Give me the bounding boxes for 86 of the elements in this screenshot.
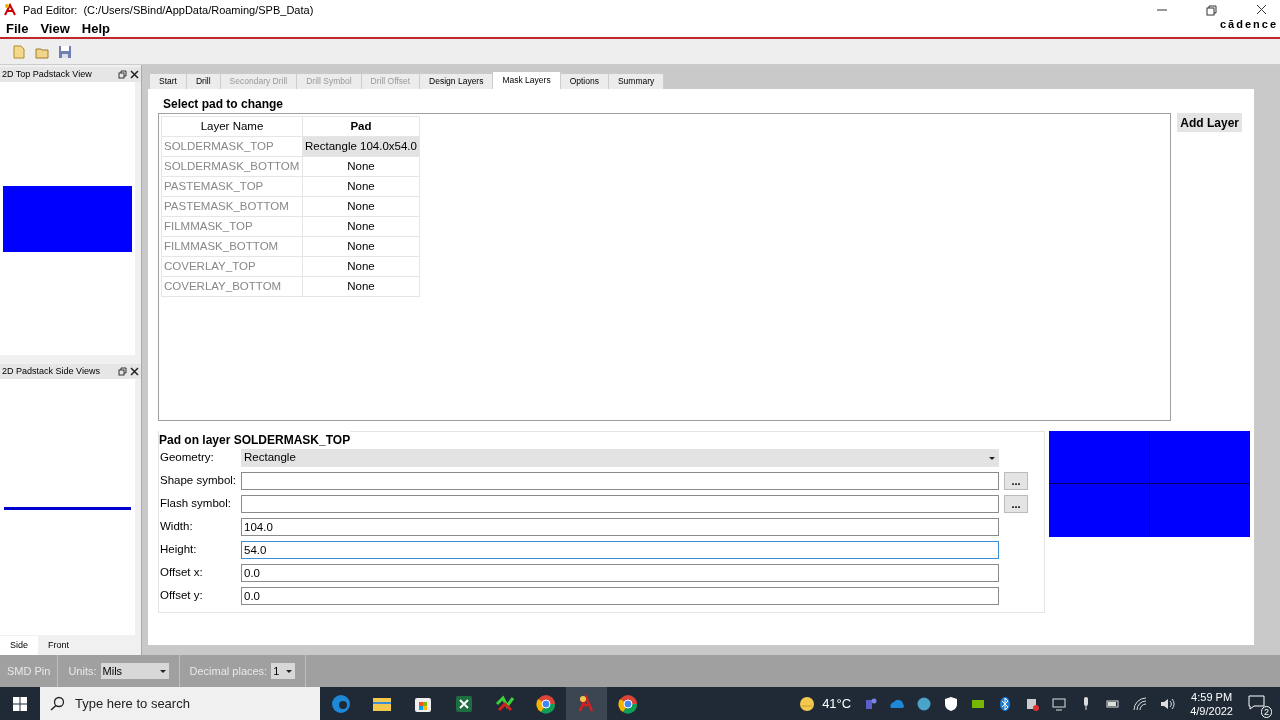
shield-icon[interactable] xyxy=(943,695,960,712)
restore-icon[interactable] xyxy=(1205,4,1219,16)
close-icon[interactable] xyxy=(130,367,139,376)
close-icon[interactable] xyxy=(1255,4,1269,16)
globe-icon[interactable] xyxy=(916,695,933,712)
dropdown-arrow-icon xyxy=(285,668,294,674)
field-label: Width: xyxy=(159,519,194,535)
field-label: Offset x: xyxy=(159,565,204,581)
input-field[interactable]: 0.0 xyxy=(241,587,999,605)
geometry-dropdown[interactable]: Rectangle xyxy=(241,449,999,467)
taskbar-search-field[interactable]: Type here to search xyxy=(40,687,320,720)
table-cell: SOLDERMASK_BOTTOM xyxy=(161,156,303,177)
table-cell: PASTEMASK_BOTTOM xyxy=(161,196,303,217)
field-label: Geometry: xyxy=(159,450,215,466)
save-icon[interactable] xyxy=(58,44,72,59)
dropdown-value: Mils xyxy=(102,663,123,679)
table-cell: COVERLAY_TOP xyxy=(161,256,303,277)
tab[interactable]: Options xyxy=(560,74,609,89)
close-icon[interactable] xyxy=(130,70,139,79)
tab[interactable]: Drill xyxy=(186,74,221,89)
input-field[interactable] xyxy=(241,472,999,490)
field-label: Shape symbol: xyxy=(159,473,238,489)
windows-start-icon[interactable] xyxy=(13,696,27,711)
spreadsheet-icon[interactable] xyxy=(453,693,474,714)
decimal-dropdown[interactable]: 1 xyxy=(271,663,296,679)
view-tab[interactable]: Side xyxy=(0,635,38,655)
table-cell: COVERLAY_BOTTOM xyxy=(161,276,303,297)
table-cell: PASTEMASK_TOP xyxy=(161,176,303,197)
decimal-label: Decimal places: xyxy=(189,663,268,679)
table-cell: SOLDERMASK_TOP xyxy=(161,136,303,157)
table-cell[interactable]: None xyxy=(302,236,420,257)
section-title: Select pad to change xyxy=(162,96,285,111)
clock-date: 4/9/2022 xyxy=(1190,703,1233,718)
clock-time: 4:59 PM xyxy=(1191,689,1233,704)
field-label: Flash symbol: xyxy=(159,496,232,512)
units-dropdown[interactable]: Mils xyxy=(100,663,169,679)
monitor-icon[interactable] xyxy=(1051,695,1068,712)
table-cell[interactable]: None xyxy=(302,256,420,277)
table-cell[interactable]: None xyxy=(302,216,420,237)
dropdown-arrow-icon xyxy=(988,455,996,461)
tab[interactable]: Start xyxy=(150,74,187,89)
input-field[interactable]: 0.0 xyxy=(241,564,999,582)
float-icon[interactable] xyxy=(118,70,127,79)
window-path: (C:/Users/SBind/AppData/Roaming/SPB_Data) xyxy=(83,2,314,18)
search-icon xyxy=(50,696,65,711)
board-icon[interactable] xyxy=(494,693,515,714)
browser-icon[interactable] xyxy=(617,693,638,714)
table-cell: FILMMASK_BOTTOM xyxy=(161,236,303,257)
add-layer-button[interactable]: Add Layer xyxy=(1177,113,1242,132)
panel-title: 2D Padstack Side Views xyxy=(2,364,100,378)
table-cell[interactable]: None xyxy=(302,196,420,217)
float-icon[interactable] xyxy=(118,367,127,376)
table-cell: FILMMASK_TOP xyxy=(161,216,303,237)
browse-button[interactable]: ... xyxy=(1004,495,1028,513)
dropdown-value: Rectangle xyxy=(244,450,296,466)
notification-icon[interactable] xyxy=(1248,693,1265,710)
dropdown-value: 1 xyxy=(273,663,280,679)
panel-title: 2D Top Padstack View xyxy=(2,67,92,81)
weather-icon[interactable] xyxy=(799,695,816,712)
menu-item[interactable]: Help xyxy=(75,18,116,39)
field-label: Height: xyxy=(159,542,198,558)
wifi-icon[interactable] xyxy=(1132,695,1149,712)
table-cell[interactable]: None xyxy=(302,276,420,297)
menu-item[interactable]: View xyxy=(34,18,76,39)
browser-icon[interactable] xyxy=(535,693,556,714)
browse-button[interactable]: ... xyxy=(1004,472,1028,490)
tab[interactable]: Mask Layers xyxy=(493,72,561,89)
search-placeholder: Type here to search xyxy=(75,694,190,713)
input-field[interactable]: 104.0 xyxy=(241,518,999,536)
units-label: Units: xyxy=(68,663,97,679)
temperature: 41°C xyxy=(822,694,852,713)
notification-count: 2 xyxy=(1261,705,1272,718)
input-field[interactable] xyxy=(241,495,999,513)
input-field[interactable]: 54.0 xyxy=(241,541,999,559)
tab[interactable]: Summary xyxy=(608,74,665,89)
field-label: Offset y: xyxy=(159,588,204,604)
tab[interactable]: Design Layers xyxy=(420,74,494,89)
window-title: Pad Editor: xyxy=(23,2,78,18)
column-header: Pad xyxy=(302,116,420,137)
menu-item[interactable]: File xyxy=(0,18,35,39)
dropdown-arrow-icon xyxy=(158,668,167,674)
table-cell[interactable]: None xyxy=(302,176,420,197)
table-cell[interactable]: None xyxy=(302,156,420,177)
column-header: Layer Name xyxy=(161,116,303,137)
brand-logo: cādence xyxy=(1219,17,1279,33)
app-logo-icon xyxy=(3,3,17,17)
